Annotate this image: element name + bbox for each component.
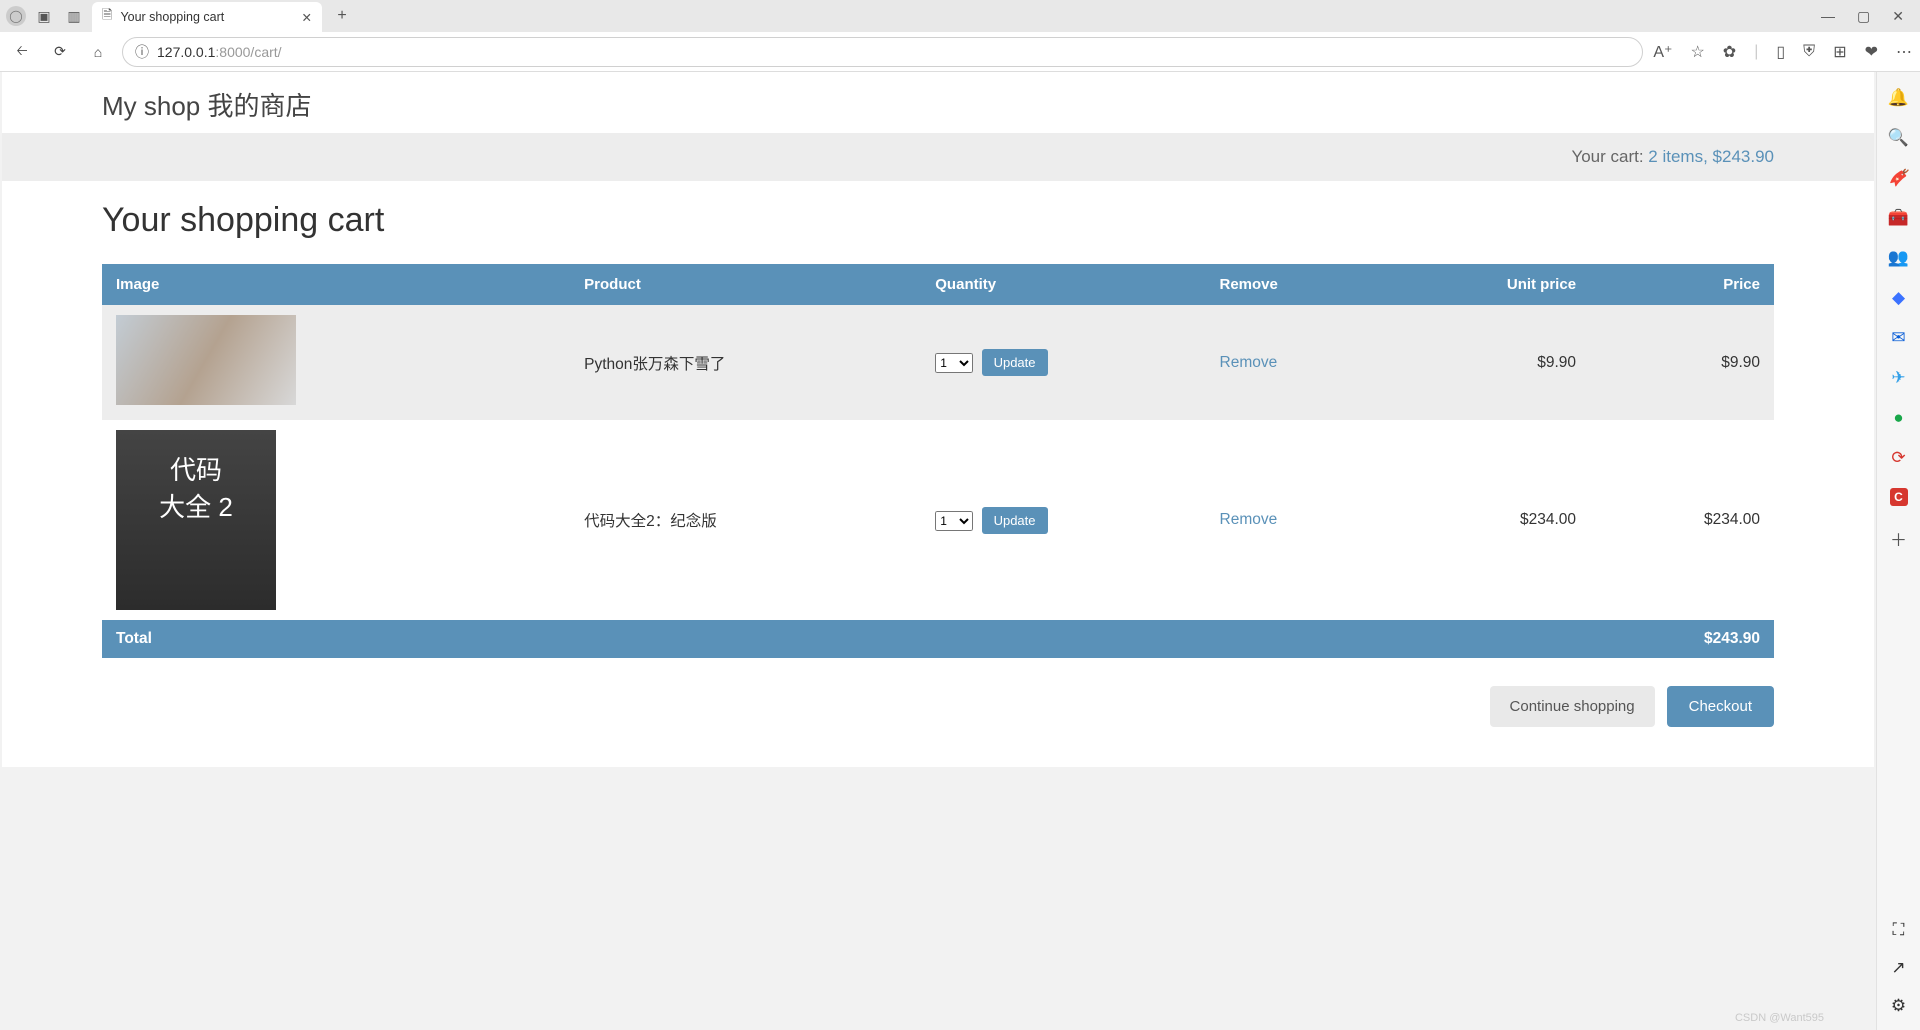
tag-icon[interactable]: 🔖 <box>1888 167 1908 188</box>
tab-title: Your shopping cart <box>120 10 224 24</box>
col-header-product: Product <box>570 264 921 305</box>
copilot-icon[interactable]: ◆ <box>1892 288 1905 308</box>
close-tab-icon[interactable]: ✕ <box>302 10 312 25</box>
page-icon: 🗎 <box>102 6 112 28</box>
briefcase-icon[interactable]: 🧰 <box>1888 208 1909 228</box>
checkout-button[interactable]: Checkout <box>1667 686 1774 727</box>
cell-product: 代码大全2：纪念版 <box>570 420 921 620</box>
extensions-icon[interactable]: ✿ <box>1723 42 1736 62</box>
remove-link[interactable]: Remove <box>1220 354 1278 371</box>
window-close-icon[interactable]: ✕ <box>1892 8 1904 25</box>
refresh-button[interactable]: ⟳ <box>46 38 74 66</box>
total-value: $243.90 <box>1590 620 1774 658</box>
cart-summary-prefix: Your cart: <box>1571 147 1648 166</box>
watermark-text: CSDN @Want595 <box>1735 1012 1824 1024</box>
url-host: 127.0.0.1:8000/cart/ <box>157 44 282 60</box>
send-icon[interactable]: ✈ <box>1891 368 1905 388</box>
browser-address-bar: 🡠 ⟳ ⌂ ⓘ 127.0.0.1:8000/cart/ A⁺ ☆ ✿ | ▯ … <box>0 32 1920 72</box>
edge-sidebar: 🔔 🔍 🔖 🧰 👥 ◆ ✉ ✈ ● ⟳ C ＋ ⛶ ↗ ⚙ <box>1876 72 1920 1030</box>
cell-price: $9.90 <box>1590 305 1774 420</box>
sync-icon[interactable]: ⟳ <box>1891 448 1905 468</box>
cart-table: Image Product Quantity Remove Unit price… <box>102 264 1774 658</box>
outlook-icon[interactable]: ✉ <box>1891 328 1905 348</box>
col-header-quantity: Quantity <box>921 264 1205 305</box>
cell-image <box>102 305 570 420</box>
cell-remove: Remove <box>1206 420 1373 620</box>
split-screen-icon[interactable]: ▯ <box>1776 42 1785 62</box>
quantity-select[interactable]: 1 <box>935 511 973 531</box>
minimize-icon[interactable]: — <box>1821 8 1835 25</box>
page-viewport: My shop 我的商店 Your cart: 2 items, $243.90… <box>0 72 1876 1030</box>
update-button[interactable]: Update <box>982 349 1048 376</box>
add-app-icon[interactable]: ＋ <box>1890 526 1907 551</box>
spotify-icon[interactable]: ● <box>1893 408 1903 428</box>
search-icon[interactable]: 🔍 <box>1888 128 1909 148</box>
quantity-select[interactable]: 1 <box>935 353 973 373</box>
table-row: Python张万森下雪了 1 Update Remove $9.90 $9.90 <box>102 305 1774 420</box>
maximize-icon[interactable]: ▢ <box>1857 8 1870 25</box>
update-button[interactable]: Update <box>982 507 1048 534</box>
remove-link[interactable]: Remove <box>1220 511 1278 528</box>
profile-avatar-icon[interactable]: ◯ <box>6 6 26 26</box>
url-input[interactable]: ⓘ 127.0.0.1:8000/cart/ <box>122 37 1643 67</box>
cell-quantity: 1 Update <box>921 305 1205 420</box>
cell-image <box>102 420 570 620</box>
cell-product: Python张万森下雪了 <box>570 305 921 420</box>
table-row: 代码大全2：纪念版 1 Update Remove $234.00 $234.0… <box>102 420 1774 620</box>
favorites-icon[interactable]: ⛨ <box>1803 43 1815 61</box>
back-button[interactable]: 🡠 <box>8 38 36 66</box>
people-icon[interactable]: 👥 <box>1888 248 1909 268</box>
bell-icon[interactable]: 🔔 <box>1888 88 1909 108</box>
csdn-icon[interactable]: C <box>1890 488 1908 506</box>
more-menu-icon[interactable]: ⋯ <box>1896 42 1912 62</box>
share-icon[interactable]: ↗ <box>1891 958 1905 978</box>
col-header-remove: Remove <box>1206 264 1373 305</box>
col-header-unit-price: Unit price <box>1373 264 1590 305</box>
browser-tab-strip: ◯ ▣ ▥ 🗎 Your shopping cart ✕ + — ▢ ✕ <box>0 0 1920 32</box>
cart-summary-link[interactable]: 2 items, $243.90 <box>1648 147 1774 166</box>
total-row: Total $243.90 <box>102 620 1774 658</box>
screenshot-icon[interactable]: ⛶ <box>1893 920 1905 940</box>
total-label: Total <box>102 620 1590 658</box>
col-header-price: Price <box>1590 264 1774 305</box>
cart-summary-bar: Your cart: 2 items, $243.90 <box>2 133 1874 181</box>
product-image[interactable] <box>116 430 276 610</box>
collections-icon[interactable]: ⊞ <box>1833 42 1846 62</box>
col-header-image: Image <box>102 264 570 305</box>
workspaces-icon[interactable]: ▣ <box>32 4 56 28</box>
shop-header: My shop 我的商店 <box>2 72 1874 133</box>
page-title: Your shopping cart <box>102 201 1774 240</box>
site-title: My shop 我的商店 <box>102 86 1774 123</box>
window-controls: — ▢ ✕ <box>1821 8 1914 25</box>
toolbar-right: A⁺ ☆ ✿ | ▯ ⛨ ⊞ ❤ ⋯ <box>1653 42 1912 62</box>
product-image[interactable] <box>116 315 296 405</box>
separator: | <box>1754 43 1758 61</box>
new-tab-button[interactable]: + <box>328 2 356 30</box>
cell-unit-price: $9.90 <box>1373 305 1590 420</box>
continue-shopping-button[interactable]: Continue shopping <box>1490 686 1655 727</box>
settings-gear-icon[interactable]: ⚙ <box>1891 996 1906 1016</box>
tab-actions-icon[interactable]: ▥ <box>62 4 86 28</box>
cell-price: $234.00 <box>1590 420 1774 620</box>
read-aloud-icon[interactable]: A⁺ <box>1653 42 1672 62</box>
site-info-icon[interactable]: ⓘ <box>135 42 149 62</box>
cell-quantity: 1 Update <box>921 420 1205 620</box>
home-button[interactable]: ⌂ <box>84 38 112 66</box>
cell-unit-price: $234.00 <box>1373 420 1590 620</box>
cell-remove: Remove <box>1206 305 1373 420</box>
cart-action-buttons: Continue shopping Checkout <box>102 686 1774 727</box>
favorite-star-icon[interactable]: ☆ <box>1690 42 1704 62</box>
browser-tab-active[interactable]: 🗎 Your shopping cart ✕ <box>92 2 322 32</box>
browser-essentials-icon[interactable]: ❤ <box>1865 42 1878 62</box>
